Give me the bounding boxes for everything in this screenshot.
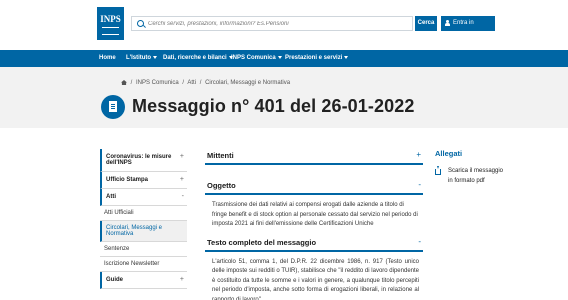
nav-home-label: Home [99, 55, 116, 61]
nav-istituto-label: L'Istituto [126, 55, 152, 61]
myinps-login-button[interactable]: Entra in MyINPS [441, 16, 495, 41]
section-title: Oggetto [207, 181, 236, 190]
sidebar-item-label: Atti Ufficiali [104, 210, 134, 216]
nav-home[interactable]: Home [99, 50, 116, 67]
nav-prestazioni-label: Prestazioni e servizi [285, 55, 343, 61]
sidebar-item-circolari[interactable]: Circolari, Messaggi e Normativa [100, 221, 187, 242]
sidebar-item-label: Ufficio Stampa [106, 177, 149, 183]
search-box[interactable] [131, 16, 413, 31]
search-button[interactable]: Cerca [415, 16, 437, 31]
sidebar-item-atti[interactable]: Atti - [100, 189, 187, 206]
document-icon [101, 95, 125, 119]
section-testo-completo[interactable]: Testo completo del messaggio - [205, 236, 423, 252]
site-header: INPS Cerca Entra in MyINPS [0, 0, 568, 50]
collapse-icon[interactable]: - [418, 180, 421, 189]
collapse-icon[interactable]: - [418, 237, 421, 246]
main-content: Mittenti + Oggetto - Trasmissione dei da… [205, 149, 423, 300]
chevron-down-icon [277, 55, 282, 59]
main-nav: Home L'Istituto Dati, ricerche e bilanci… [0, 50, 568, 67]
download-icon [435, 166, 441, 175]
chevron-down-icon [344, 55, 349, 59]
download-pdf-label: Scarica il messaggio in formato pdf [448, 168, 504, 184]
page-title: Messaggio n° 401 del 26-01-2022 [132, 96, 415, 116]
nav-dati-label: Dati, ricerche e bilanci [163, 55, 227, 61]
section-title: Testo completo del messaggio [207, 237, 317, 247]
sidebar-item-label: Guide [106, 277, 124, 283]
attachments-title: Allegati [435, 149, 463, 158]
sidebar-item-label: Atti [106, 194, 116, 200]
sidebar-item-atti-ufficiali[interactable]: Atti Ufficiali [100, 206, 187, 221]
section-mittenti[interactable]: Mittenti + [205, 149, 423, 165]
logo-mark-icon [102, 27, 119, 35]
breadcrumb-item[interactable]: Circolari, Messaggi e Normativa [205, 80, 290, 86]
sidebar: Coronavirus: le misure dell'INPS + Uffic… [100, 149, 187, 289]
breadcrumb-item[interactable]: Atti [187, 80, 196, 86]
sidebar-item-newsletter[interactable]: Iscrizione Newsletter [100, 257, 187, 272]
attachments-panel: Allegati Scarica il messaggio in formato… [435, 149, 505, 186]
oggetto-text: Trasmissione dei dati relativi ai compen… [212, 202, 418, 227]
sidebar-item-label: Sentenze [104, 246, 130, 252]
expand-icon[interactable]: + [180, 153, 184, 160]
nav-inps-comunica-label: INPS Comunica [231, 55, 276, 61]
title-band: / INPS Comunica / Atti / Circolari, Mess… [0, 67, 568, 128]
breadcrumb: / INPS Comunica / Atti / Circolari, Mess… [121, 80, 290, 86]
collapse-icon[interactable]: - [182, 193, 184, 200]
nav-istituto[interactable]: L'Istituto [126, 50, 158, 67]
sidebar-item-label: Coronavirus: le misure dell'INPS [106, 154, 172, 166]
sidebar-item-label: Iscrizione Newsletter [104, 261, 160, 267]
user-icon [445, 20, 450, 26]
download-pdf-link[interactable]: Scarica il messaggio in formato pdf [435, 166, 505, 186]
logo-text: INPS [100, 14, 121, 24]
expand-icon[interactable]: + [180, 276, 184, 283]
sidebar-item-ufficio-stampa[interactable]: Ufficio Stampa + [100, 172, 187, 189]
breadcrumb-item[interactable]: INPS Comunica [136, 80, 179, 86]
testo-completo-text: L'articolo 51, comma 1, del D.P.R. 22 di… [212, 258, 419, 300]
sidebar-item-coronavirus[interactable]: Coronavirus: le misure dell'INPS + [100, 149, 187, 172]
search-input[interactable] [148, 18, 408, 29]
sidebar-item-guide[interactable]: Guide + [100, 272, 187, 289]
chevron-down-icon [153, 55, 158, 59]
myinps-login-label: Entra in MyINPS [453, 20, 476, 41]
inps-logo[interactable]: INPS [97, 7, 124, 40]
nav-prestazioni[interactable]: Prestazioni e servizi [285, 50, 349, 67]
section-title: Mittenti [207, 151, 234, 160]
section-oggetto[interactable]: Oggetto - [205, 179, 423, 195]
expand-icon[interactable]: + [180, 176, 184, 183]
sidebar-item-label: Circolari, Messaggi e Normativa [106, 225, 163, 237]
sidebar-item-sentenze[interactable]: Sentenze [100, 242, 187, 257]
nav-inps-comunica[interactable]: INPS Comunica [231, 50, 282, 67]
expand-icon[interactable]: + [416, 150, 421, 159]
home-icon[interactable] [121, 80, 127, 85]
search-icon [137, 20, 144, 27]
nav-dati[interactable]: Dati, ricerche e bilanci [163, 50, 233, 67]
